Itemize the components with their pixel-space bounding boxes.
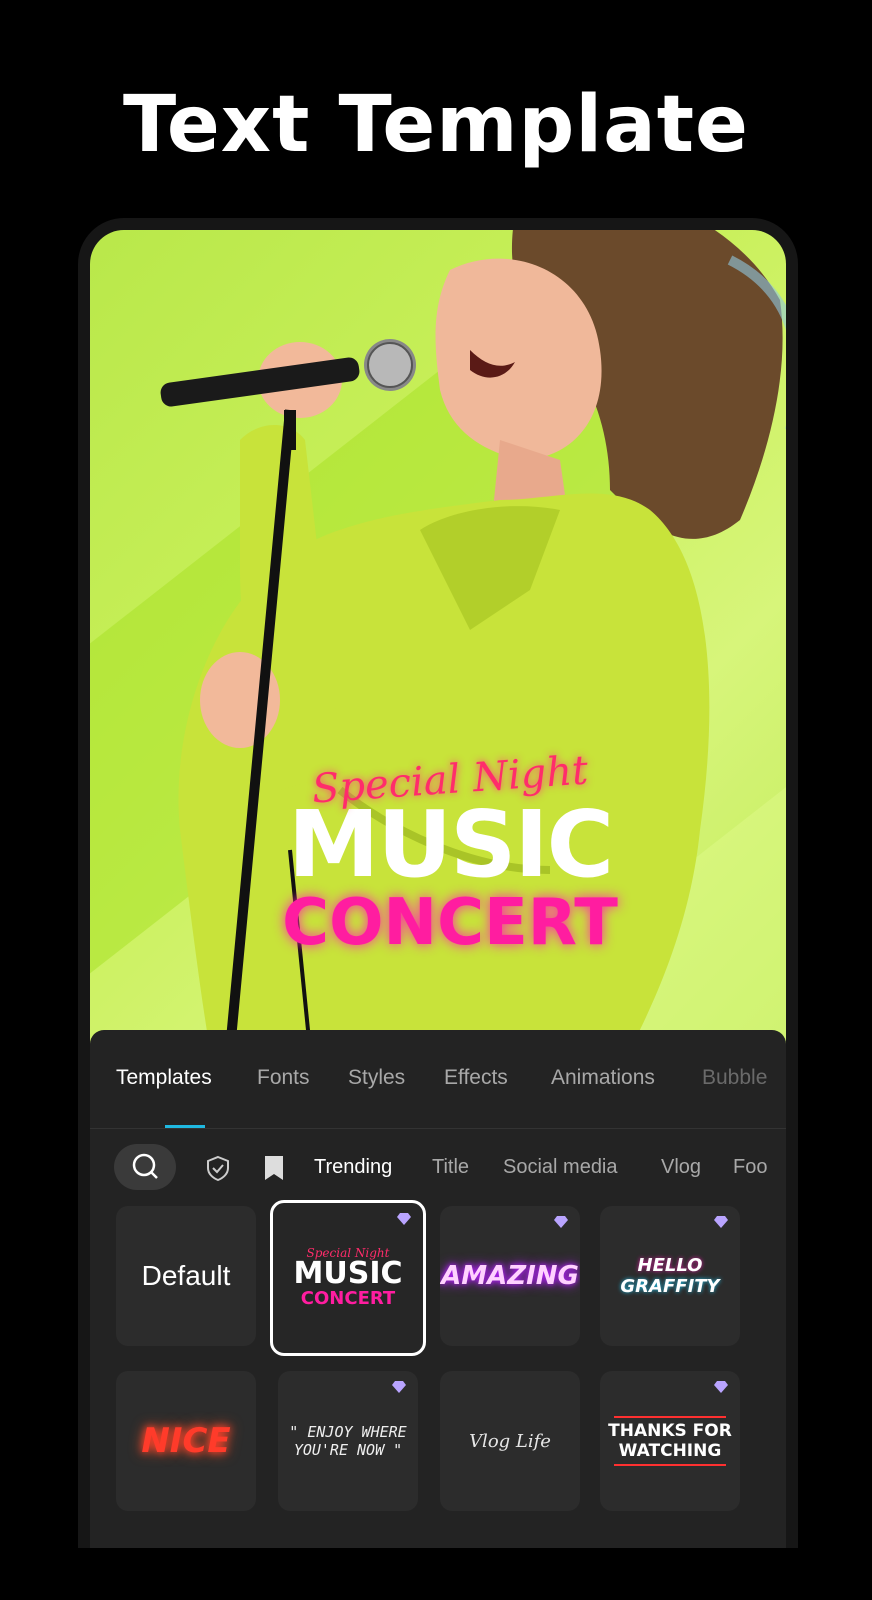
- chip-social-media[interactable]: Social media: [503, 1156, 618, 1179]
- mc-concert: CONCERT: [300, 1288, 396, 1309]
- graffity-hello: HELLO: [637, 1255, 703, 1276]
- nice-preview: NICE: [116, 1371, 256, 1511]
- tabs-divider: [90, 1128, 786, 1129]
- template-thanks-for-watching[interactable]: THANKS FOR WATCHING: [600, 1371, 740, 1511]
- overlay-music: MUSIC: [287, 791, 614, 898]
- search-icon: [132, 1153, 158, 1179]
- thanks-line1: THANKS FOR: [608, 1421, 732, 1441]
- thanks-preview: THANKS FOR WATCHING: [600, 1371, 740, 1511]
- music-concert-overlay[interactable]: Special Night MUSIC CONCERT: [260, 747, 640, 960]
- filter-row: Trending Title Social media Vlog Foo: [90, 1142, 786, 1194]
- chip-trending[interactable]: Trending: [314, 1156, 392, 1179]
- enjoy-preview: " ENJOY WHERE YOU'RE NOW ": [278, 1371, 418, 1511]
- thanks-rule-bottom: [614, 1464, 726, 1466]
- category-tabs: Templates Fonts Styles Effects Animation…: [90, 1054, 786, 1114]
- tab-styles[interactable]: Styles: [348, 1066, 405, 1090]
- template-nice[interactable]: NICE: [116, 1371, 256, 1511]
- preview-canvas[interactable]: Special Night MUSIC CONCERT: [90, 230, 786, 1050]
- template-enjoy[interactable]: " ENJOY WHERE YOU'RE NOW ": [278, 1371, 418, 1511]
- music-concert-preview: Special Night MUSIC CONCERT: [273, 1203, 423, 1353]
- thanks-rule-top: [614, 1416, 726, 1418]
- tab-effects[interactable]: Effects: [444, 1066, 508, 1090]
- default-label: Default: [141, 1260, 231, 1291]
- bookmark-icon[interactable]: [262, 1154, 286, 1182]
- template-hello-graffity[interactable]: HELLO GRAFFITY: [600, 1206, 740, 1346]
- graffity-graffity: GRAFFITY: [620, 1276, 720, 1297]
- vlog-life-label: Vlog Life: [469, 1430, 551, 1452]
- overlay-concert: CONCERT: [282, 886, 618, 960]
- template-default[interactable]: Default: [116, 1206, 256, 1346]
- enjoy-line1: " ENJOY WHERE: [289, 1423, 407, 1441]
- template-music-concert[interactable]: Special Night MUSIC CONCERT: [270, 1200, 426, 1356]
- thanks-line2: WATCHING: [618, 1441, 722, 1461]
- enjoy-line2: YOU'RE NOW ": [293, 1441, 403, 1459]
- search-button[interactable]: [114, 1144, 176, 1190]
- tab-templates[interactable]: Templates: [116, 1066, 212, 1090]
- amazing-preview: AMAZING: [440, 1206, 580, 1346]
- nice-label: NICE: [141, 1421, 231, 1461]
- shield-check-icon[interactable]: [204, 1154, 232, 1182]
- chip-vlog[interactable]: Vlog: [661, 1156, 701, 1179]
- chip-title[interactable]: Title: [432, 1156, 469, 1179]
- template-vlog-life[interactable]: Vlog Life: [440, 1371, 580, 1511]
- tab-animations[interactable]: Animations: [551, 1066, 655, 1090]
- template-default-label: Default: [116, 1206, 256, 1346]
- hello-graffity-preview: HELLO GRAFFITY: [600, 1206, 740, 1346]
- chip-food[interactable]: Foo: [733, 1156, 767, 1179]
- template-amazing[interactable]: AMAZING: [440, 1206, 580, 1346]
- mc-music: MUSIC: [293, 1256, 403, 1291]
- headline: Text Template: [123, 80, 749, 170]
- phone-frame: Special Night MUSIC CONCERT Templates Fo…: [78, 218, 798, 1548]
- tab-bubble[interactable]: Bubble: [702, 1066, 767, 1090]
- amazing-label: AMAZING: [441, 1261, 579, 1291]
- vlog-life-preview: Vlog Life: [440, 1371, 580, 1511]
- tab-fonts[interactable]: Fonts: [257, 1066, 310, 1090]
- text-template-panel: Templates Fonts Styles Effects Animation…: [90, 1030, 786, 1548]
